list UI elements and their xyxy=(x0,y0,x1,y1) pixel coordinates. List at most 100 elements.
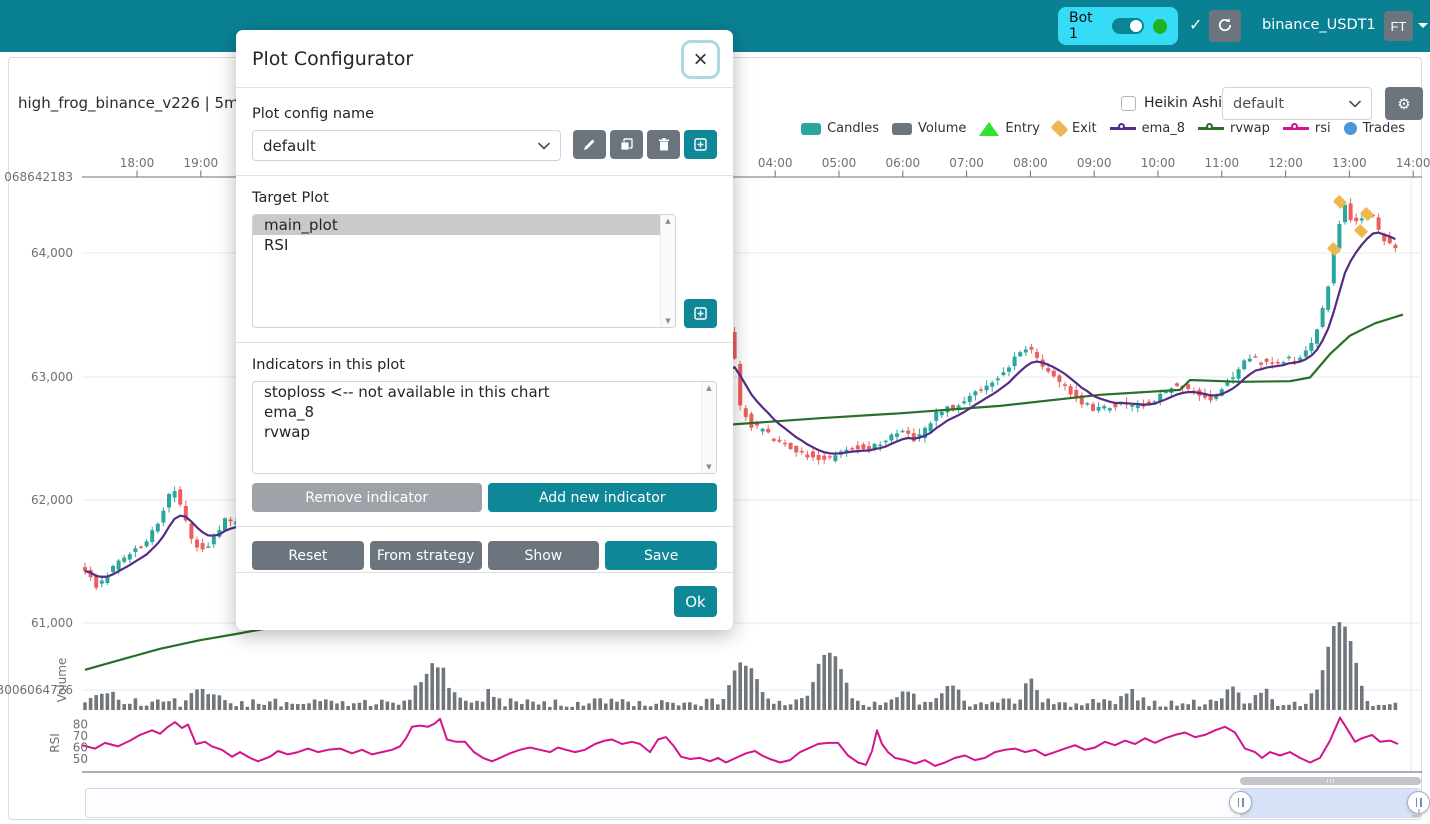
candle xyxy=(1052,371,1056,377)
volume-bar xyxy=(1058,702,1062,710)
volume-bar xyxy=(470,703,474,710)
volume-bar xyxy=(615,702,619,710)
candle xyxy=(128,554,132,559)
datazoom-slider[interactable] xyxy=(85,788,1421,818)
save-button[interactable]: Save xyxy=(605,541,717,570)
volume-bar xyxy=(604,704,608,710)
datazoom-selected-window[interactable] xyxy=(1240,789,1418,817)
user-menu-caret-icon[interactable] xyxy=(1418,23,1428,28)
indicators-label: Indicators in this plot xyxy=(252,357,717,373)
volume-bar xyxy=(1091,699,1095,710)
volume-bar xyxy=(890,699,894,710)
candle xyxy=(122,558,126,562)
volume-bar xyxy=(1220,698,1224,710)
volume-bar xyxy=(705,699,709,710)
from-strategy-button[interactable]: From strategy xyxy=(370,541,482,570)
duplicate-config-button[interactable] xyxy=(610,130,643,159)
candle xyxy=(951,405,955,409)
indicators-list[interactable]: stoploss <-- not available in this chart… xyxy=(252,381,717,474)
candle xyxy=(1259,363,1263,365)
list-item[interactable]: stoploss <-- not available in this chart xyxy=(253,382,701,402)
list-scrollbar[interactable]: ▲ ▼ xyxy=(701,382,716,473)
volume-bar xyxy=(778,701,782,710)
candle xyxy=(1069,386,1073,394)
candle xyxy=(1237,369,1241,379)
candle xyxy=(1108,408,1112,410)
bot-toggle[interactable] xyxy=(1112,18,1144,34)
volume-bar xyxy=(122,704,126,710)
volume-bar xyxy=(996,703,1000,710)
scroll-down-icon[interactable]: ▼ xyxy=(665,317,670,325)
volume-bar xyxy=(128,704,132,710)
candle xyxy=(150,530,154,542)
candle xyxy=(1270,362,1274,363)
candle xyxy=(828,456,832,457)
plus-square-icon xyxy=(694,307,707,320)
volume-bar xyxy=(621,699,625,710)
volume-bar xyxy=(1242,704,1246,710)
scroll-up-icon[interactable]: ▲ xyxy=(665,217,670,225)
ok-button[interactable]: Ok xyxy=(674,586,717,617)
scroll-down-icon[interactable]: ▼ xyxy=(706,463,711,471)
plot-config-name-label: Plot config name xyxy=(252,106,717,122)
volume-bar xyxy=(1052,704,1056,710)
volume-bar xyxy=(229,703,233,710)
volume-bar xyxy=(89,698,93,710)
list-scrollbar[interactable]: ▲ ▼ xyxy=(660,215,675,327)
candle xyxy=(189,524,193,539)
volume-bar xyxy=(206,694,210,710)
volume-bar xyxy=(1354,663,1358,710)
datazoom-left-handle[interactable] xyxy=(1229,791,1252,814)
candle xyxy=(733,332,737,359)
volume-bar xyxy=(867,707,871,710)
price-axis-label: 62,000 xyxy=(31,493,73,507)
time-axis-label: 14:00 xyxy=(1396,156,1430,170)
volume-bar xyxy=(475,701,479,710)
volume-bar xyxy=(498,698,502,710)
volume-bar xyxy=(744,666,748,710)
candle xyxy=(1360,218,1364,220)
show-button[interactable]: Show xyxy=(488,541,600,570)
close-button[interactable]: × xyxy=(681,40,720,79)
volume-bar xyxy=(290,704,294,710)
close-icon: × xyxy=(693,46,707,73)
volume-bar xyxy=(83,702,87,710)
bot-selector[interactable]: Bot 1 xyxy=(1058,7,1178,45)
volume-bar xyxy=(1018,700,1022,710)
config-name-select[interactable]: default xyxy=(252,130,561,161)
list-item[interactable]: main_plot xyxy=(253,215,660,235)
volume-bar xyxy=(218,695,222,710)
list-item[interactable]: RSI xyxy=(253,235,660,255)
list-item[interactable]: ema_8 xyxy=(253,402,701,422)
volume-bar xyxy=(626,702,630,710)
remove-indicator-button[interactable]: Remove indicator xyxy=(252,483,482,512)
add-config-button[interactable] xyxy=(684,130,717,159)
volume-bar xyxy=(901,691,905,710)
add-new-indicator-button[interactable]: Add new indicator xyxy=(488,483,718,512)
list-item[interactable]: rvwap xyxy=(253,422,701,442)
volume-bar xyxy=(313,699,317,710)
volume-bar xyxy=(918,705,922,710)
candle xyxy=(861,444,865,449)
volume-bar xyxy=(195,689,199,710)
volume-bar xyxy=(800,698,804,710)
user-avatar[interactable]: FT xyxy=(1384,11,1413,41)
volume-bar xyxy=(150,702,154,710)
target-plot-list[interactable]: main_plotRSI ▲ ▼ xyxy=(252,214,676,328)
volume-bar xyxy=(559,706,563,710)
volume-bar xyxy=(1142,697,1146,710)
refresh-button[interactable] xyxy=(1209,10,1241,42)
scroll-up-icon[interactable]: ▲ xyxy=(706,384,711,392)
volume-bar xyxy=(1237,693,1241,710)
candle xyxy=(1349,203,1353,220)
candle xyxy=(1315,329,1319,343)
add-plot-button[interactable] xyxy=(684,299,717,328)
rename-config-button[interactable] xyxy=(573,130,606,159)
volume-bar xyxy=(738,662,742,710)
time-axis-label: 09:00 xyxy=(1077,156,1112,170)
volume-bar xyxy=(554,700,558,710)
datazoom-scrollbar-thumb[interactable] xyxy=(1240,777,1421,785)
reset-button[interactable]: Reset xyxy=(252,541,364,570)
volume-bar xyxy=(374,704,378,710)
delete-config-button[interactable] xyxy=(647,130,680,159)
